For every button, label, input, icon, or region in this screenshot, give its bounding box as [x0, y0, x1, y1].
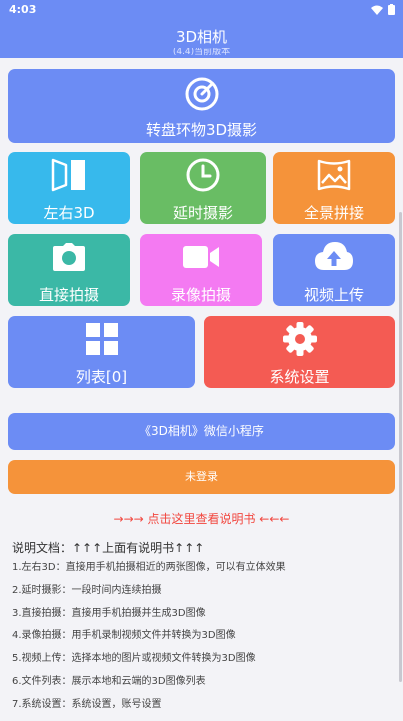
wechat-mini-program-button[interactable]: 《3D相机》微信小程序 — [8, 413, 395, 450]
grid-icon — [8, 322, 195, 356]
file-list-button[interactable]: 列表[0] — [8, 316, 195, 388]
panorama-label: 全景拼接 — [303, 204, 364, 222]
scrollbar[interactable] — [399, 212, 402, 682]
left-right-3d-label: 左右3D — [43, 204, 95, 222]
doc-item: 2.延时摄影：一段时间内连续拍摄 — [12, 584, 162, 596]
login-label: 未登录 — [185, 470, 218, 483]
gear-icon — [204, 321, 395, 357]
app-bar: 3D相机 (4.4)当前版本 — [0, 20, 403, 58]
direct-shoot-button[interactable]: 直接拍摄 — [8, 234, 130, 306]
direct-shoot-label: 直接拍摄 — [38, 286, 99, 304]
camera-icon — [8, 242, 130, 272]
settings-label: 系统设置 — [269, 368, 330, 386]
clock-icon — [140, 157, 266, 193]
battery-icon — [388, 4, 395, 15]
timelapse-label: 延时摄影 — [172, 204, 233, 222]
turntable-3d-button[interactable]: 转盘环物3D摄影 — [8, 69, 395, 143]
target-icon — [8, 76, 395, 112]
settings-button[interactable]: 系统设置 — [204, 316, 395, 388]
status-time: 4:03 — [9, 3, 37, 16]
doc-item: 6.文件列表：展示本地和云端的3D图像列表 — [12, 675, 206, 687]
turntable-3d-label: 转盘环物3D摄影 — [145, 121, 258, 139]
doc-item: 4.录像拍摄：用手机录制视频文件并转换为3D图像 — [12, 630, 236, 642]
panorama-button[interactable]: 全景拼接 — [273, 152, 395, 224]
doc-item: 3.直接拍摄：直接用手机拍摄并生成3D图像 — [12, 607, 206, 619]
version-label: (4.4)当前版本 — [172, 48, 231, 57]
doc-item: 7.系统设置：系统设置，账号设置 — [12, 698, 162, 710]
panorama-icon — [273, 157, 395, 193]
status-bar: 4:03 — [0, 0, 403, 20]
doc-title: 说明文档：↑↑↑上面有说明书↑↑↑ — [12, 541, 205, 555]
status-icons — [371, 4, 395, 15]
video-shoot-label: 录像拍摄 — [170, 286, 231, 304]
manual-link[interactable]: →→→ 点击这里查看说明书 ←←← — [0, 510, 403, 527]
left-right-3d-button[interactable]: 左右3D — [8, 152, 130, 224]
doc-item: 1.左右3D：直接用手机拍摄相近的两张图像，可以有立体效果 — [12, 562, 286, 573]
timelapse-button[interactable]: 延时摄影 — [140, 152, 266, 224]
doc-list: 1.左右3D：直接用手机拍摄相近的两张图像，可以有立体效果 2.延时摄影：一段时… — [12, 561, 397, 721]
doc-item: 5.视频上传：选择本地的图片或视频文件转换为3D图像 — [12, 653, 256, 665]
cloud-upload-icon — [273, 240, 395, 274]
video-shoot-button[interactable]: 录像拍摄 — [140, 234, 262, 306]
video-upload-button[interactable]: 视频上传 — [273, 234, 395, 306]
video-upload-label: 视频上传 — [303, 286, 364, 304]
login-button[interactable]: 未登录 — [8, 460, 395, 494]
file-list-label: 列表[0] — [75, 368, 128, 386]
split-panel-icon — [8, 157, 130, 193]
wifi-icon — [371, 5, 383, 15]
video-camera-icon — [140, 244, 262, 270]
wechat-mini-program-label: 《3D相机》微信小程序 — [139, 424, 264, 438]
